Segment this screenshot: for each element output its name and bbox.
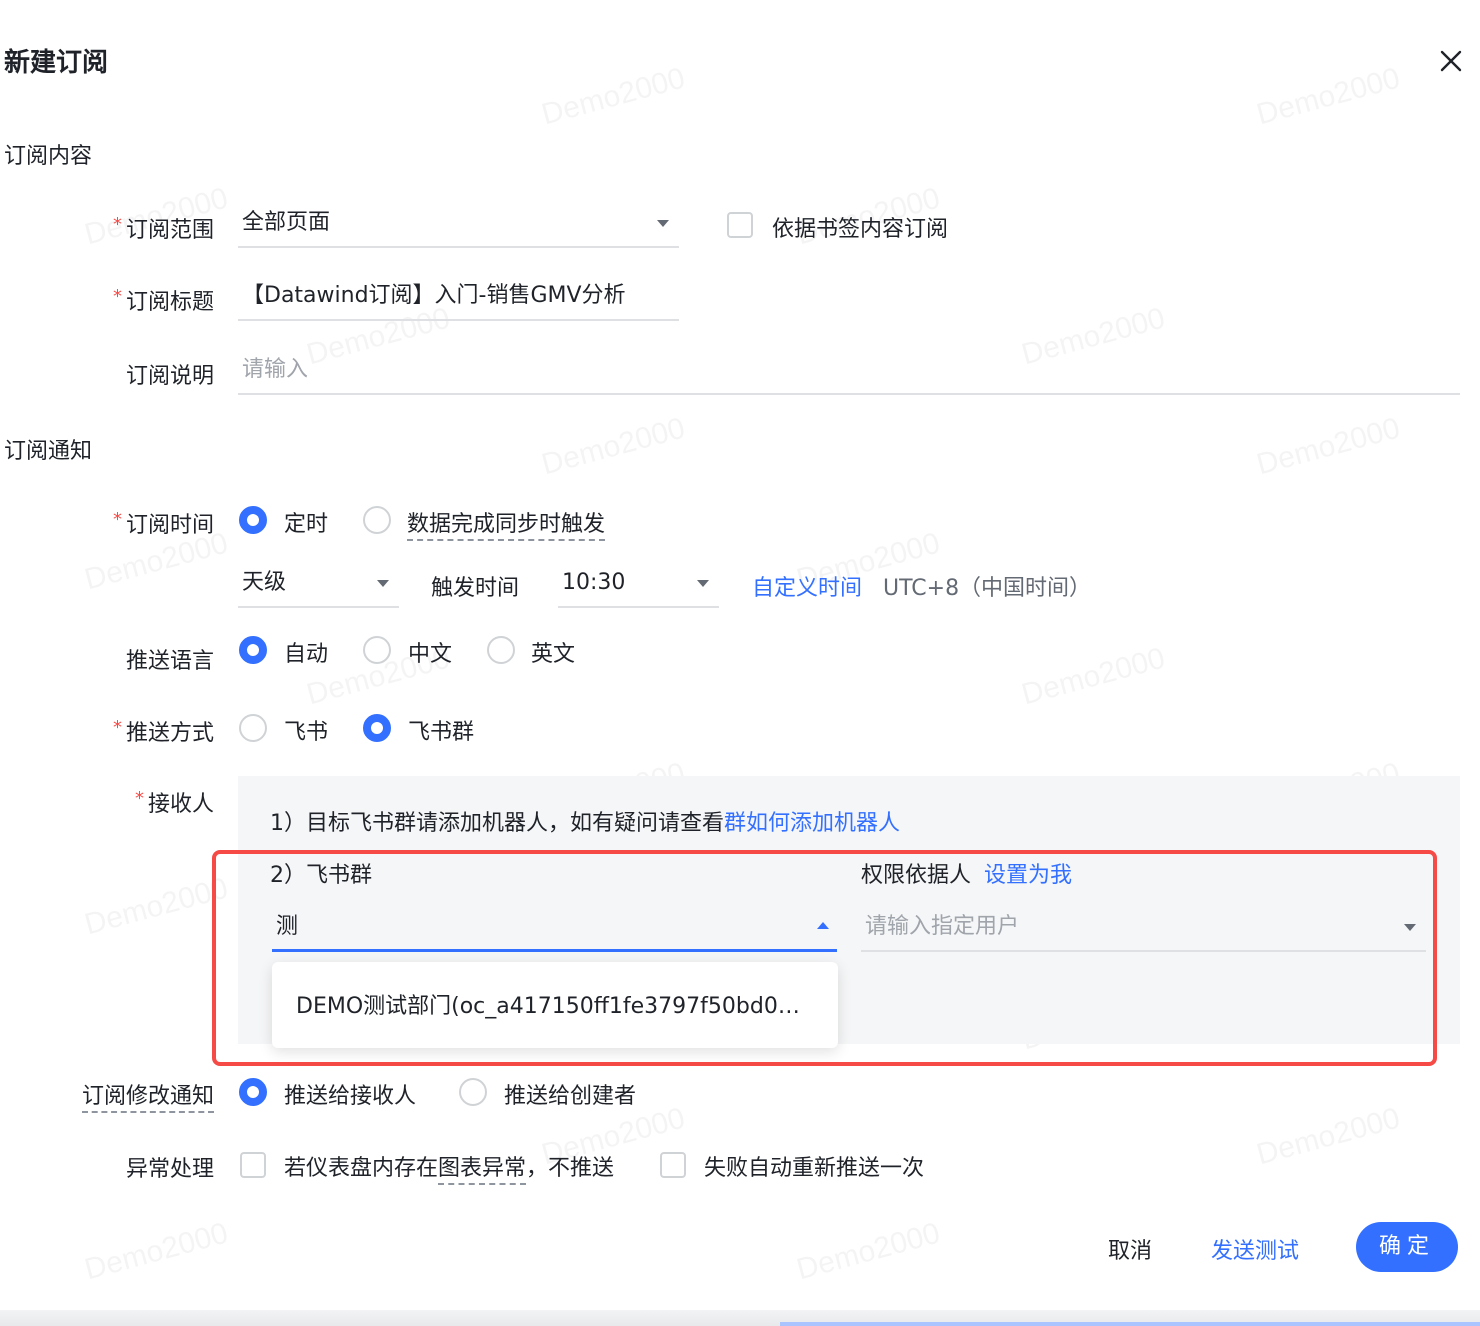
watermark: Demo2000 (538, 412, 689, 483)
radio-notify-creator-label: 推送给创建者 (504, 1084, 637, 1109)
send-test-button[interactable]: 发送测试 (1211, 1233, 1299, 1265)
section-title-notify: 订阅通知 (4, 439, 93, 464)
auto-retry-checkbox[interactable] (660, 1152, 686, 1178)
scope-value: 全部页面 (242, 210, 331, 235)
watermark: Demo2000 (1018, 642, 1169, 713)
description-label: 订阅说明 (125, 364, 214, 389)
chevron-down-icon (697, 580, 709, 587)
frequency-select[interactable]: 天级 (238, 562, 399, 608)
method-label: * 推送方式 (112, 717, 214, 746)
radio-notify-receiver-label: 推送给接收人 (284, 1084, 417, 1109)
watermark: Demo2000 (793, 1217, 944, 1288)
background-page-edge (0, 1310, 1480, 1326)
cancel-button[interactable]: 取消 (1108, 1233, 1152, 1265)
subject-value: 【Datawind订阅】入门-销售GMV分析 (242, 283, 626, 308)
subject-label: * 订阅标题 (112, 286, 214, 315)
radio-sync-trigger[interactable] (363, 506, 391, 534)
bookmark-checkbox[interactable] (727, 212, 753, 238)
radio-method-group-label: 飞书群 (408, 720, 475, 745)
exception-label: 异常处理 (125, 1157, 214, 1182)
watermark: Demo2000 (1253, 62, 1404, 133)
close-button[interactable] (1436, 46, 1466, 76)
watermark: Demo2000 (1253, 1102, 1404, 1173)
scope-select[interactable]: 全部页面 (238, 202, 679, 248)
language-label: 推送语言 (125, 649, 214, 674)
radio-timed-label: 定时 (284, 512, 329, 537)
watermark: Demo2000 (538, 62, 689, 133)
radio-method-feishu-label: 飞书 (284, 720, 329, 745)
radio-timed[interactable] (239, 506, 267, 534)
group-option[interactable]: DEMO测试部门(oc_a417150ff1fe3797f50bd0… (296, 988, 800, 1020)
radio-lang-auto[interactable] (239, 636, 267, 664)
radio-lang-english[interactable] (487, 636, 515, 664)
bookmark-checkbox-label: 依据书签内容订阅 (772, 217, 949, 242)
receiver-tip: 1）目标飞书群请添加机器人，如有疑问请查看群如何添加机器人 (270, 811, 901, 836)
time-label: * 订阅时间 (112, 509, 214, 538)
radio-lang-auto-label: 自动 (284, 642, 329, 667)
receiver-label: * 接收人 (134, 788, 214, 817)
description-input[interactable]: 请输入 (238, 349, 1460, 395)
description-placeholder: 请输入 (242, 357, 309, 382)
radio-sync-trigger-label[interactable]: 数据完成同步时触发 (407, 506, 606, 541)
radio-lang-english-label: 英文 (531, 642, 576, 667)
chevron-down-icon (377, 580, 389, 587)
section-title-content: 订阅内容 (4, 144, 93, 169)
skip-on-error-label: 若仪表盘内存在图表异常，不推送 (284, 1150, 614, 1185)
radio-method-feishu[interactable] (239, 714, 267, 742)
custom-time-link[interactable]: 自定义时间 (752, 576, 862, 601)
watermark: Demo2000 (81, 872, 232, 943)
radio-lang-chinese-label: 中文 (408, 642, 453, 667)
modify-notice-label[interactable]: 订阅修改通知 (14, 1078, 214, 1113)
radio-notify-creator[interactable] (459, 1078, 487, 1106)
add-bot-help-link[interactable]: 群如何添加机器人 (724, 811, 900, 836)
trigger-time-select[interactable]: 10:30 (558, 562, 719, 608)
frequency-value: 天级 (242, 570, 287, 595)
radio-notify-receiver[interactable] (239, 1078, 267, 1106)
subject-input[interactable]: 【Datawind订阅】入门-销售GMV分析 (238, 275, 679, 321)
custom-time-row: 自定义时间 UTC+8（中国时间） (752, 570, 1091, 602)
group-dropdown: DEMO测试部门(oc_a417150ff1fe3797f50bd0… (272, 962, 838, 1048)
chevron-down-icon (657, 220, 669, 227)
confirm-button[interactable]: 确定 (1356, 1222, 1458, 1272)
timezone-text: UTC+8（中国时间） (883, 576, 1092, 601)
trigger-time-value: 10:30 (562, 570, 626, 595)
close-icon (1440, 50, 1462, 72)
radio-lang-chinese[interactable] (363, 636, 391, 664)
skip-on-error-checkbox[interactable] (240, 1152, 266, 1178)
scope-label: * 订阅范围 (112, 214, 214, 243)
watermark: Demo2000 (81, 1217, 232, 1288)
chart-error-term[interactable]: 图表异常 (438, 1156, 527, 1185)
watermark: Demo2000 (1253, 412, 1404, 483)
dialog-title: 新建订阅 (4, 48, 109, 78)
auto-retry-label: 失败自动重新推送一次 (704, 1156, 925, 1181)
trigger-time-label: 触发时间 (431, 576, 520, 601)
radio-method-group[interactable] (363, 714, 391, 742)
